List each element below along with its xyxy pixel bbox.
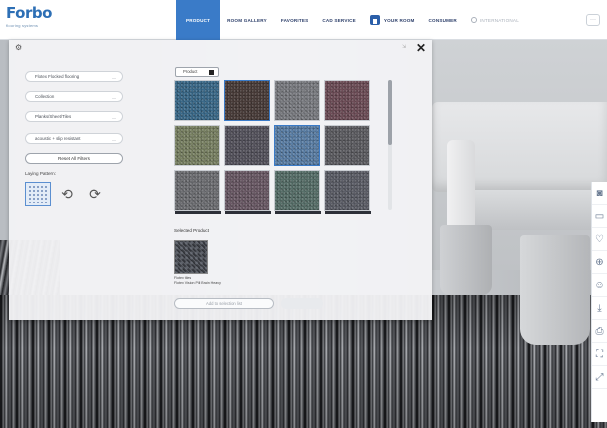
tile-caption-bar (325, 211, 371, 214)
product-tile[interactable] (324, 80, 370, 121)
logo-tagline: flooring systems (6, 23, 39, 28)
nav-item-label: CAD SERVICE (322, 17, 356, 23)
heart-icon[interactable]: ♡ (592, 228, 607, 251)
tile-caption-bar (175, 211, 221, 214)
bench-arm (447, 140, 475, 230)
product-grid (174, 80, 374, 215)
selected-product-code: Flotex tiles (174, 276, 192, 280)
pattern-shape-2[interactable]: ⟳ (82, 182, 108, 206)
top-navigation: Forbo flooring systems PRODUCT ROOM GALLE… (0, 0, 607, 40)
product-tile[interactable] (324, 125, 370, 166)
more-menu-button[interactable]: ··· (586, 14, 600, 26)
bench-leg (520, 235, 590, 345)
laying-pattern-label: Laying Pattern: (25, 171, 56, 176)
product-tile[interactable] (274, 80, 320, 121)
view-toolbar: ◙ ▭ ♡ ⊕ ☺ ⤓ ⎙ ⛶ ⤢ (591, 182, 607, 422)
add-to-selection-button[interactable]: Add to selection list (174, 298, 274, 309)
globe-icon (470, 17, 477, 23)
tile-caption-bar (225, 211, 271, 214)
product-tile[interactable] (224, 170, 271, 214)
filter-label: acoustic + slip resistant (35, 136, 81, 141)
selected-product-swatch (174, 240, 208, 274)
product-panel: ⚙ ⇲ ✕ Flotex Flocked flooring — Collectio… (9, 40, 432, 320)
filter-label: Collection (35, 94, 55, 99)
sort-dropdown[interactable]: Product (175, 67, 219, 77)
product-tile[interactable] (174, 125, 220, 166)
reset-filters-button[interactable]: Reset All Filters (25, 153, 123, 164)
product-tile[interactable] (274, 170, 321, 214)
resize-icon[interactable]: ⇲ (402, 44, 406, 50)
secondary-button[interactable] (281, 298, 323, 309)
download-icon[interactable]: ⤓ (592, 297, 607, 320)
pattern-shape-1[interactable]: ⟲ (54, 182, 80, 206)
nav-item-favorites[interactable]: FAVORITES (274, 0, 316, 40)
house-icon (369, 15, 380, 25)
camera-icon[interactable]: ◙ (592, 182, 607, 205)
nav-item-label: ROOM GALLERY (227, 17, 267, 23)
tile-caption-bar (275, 211, 321, 214)
filter-label: Planks/Sheet/Tiles (35, 114, 72, 119)
chevron-down-icon: — (112, 115, 116, 120)
nav-item-label: FAVORITES (280, 17, 309, 23)
close-icon[interactable]: ✕ (416, 41, 426, 55)
pattern-tile-icon: ⟳ (89, 185, 101, 202)
grid-pattern-icon (28, 185, 48, 203)
pattern-grid[interactable] (25, 182, 51, 206)
nav-item-international[interactable]: INTERNATIONAL (464, 0, 526, 40)
ruler-icon[interactable]: ▭ (592, 205, 607, 228)
zoom-in-icon[interactable]: ⊕ (592, 251, 607, 274)
nav-item-label: PRODUCT (186, 17, 211, 23)
nav-item-product[interactable]: PRODUCT (176, 0, 221, 40)
product-tile[interactable] (224, 125, 270, 166)
expand-icon[interactable]: ⤢ (592, 366, 607, 389)
nav-item-consumer[interactable]: CONSUMER (422, 0, 464, 40)
fullscreen-icon[interactable]: ⛶ (592, 343, 607, 366)
sort-label: Product (183, 69, 198, 74)
bench-seat (470, 190, 607, 230)
product-tile[interactable] (224, 80, 270, 121)
product-tile[interactable] (324, 170, 371, 214)
nav-item-label: YOUR ROOM (383, 17, 415, 23)
gear-icon[interactable]: ⚙ (15, 43, 22, 52)
filter-format[interactable]: Planks/Sheet/Tiles — (25, 111, 123, 122)
selected-product-label: Selected Product (174, 228, 209, 233)
logo[interactable]: Forbo flooring systems (6, 4, 66, 36)
bench-leg (440, 225, 492, 295)
nav-item-label: CONSUMER (428, 17, 457, 23)
product-tile[interactable] (174, 170, 221, 214)
sort-icon (209, 70, 214, 75)
chevron-down-icon: — (112, 75, 116, 80)
pattern-tile-icon: ⟲ (61, 185, 73, 202)
chevron-down-icon: — (112, 95, 116, 100)
nav-items: PRODUCT ROOM GALLERY FAVORITES CAD SERVICE Y… (176, 0, 526, 40)
person-icon[interactable]: ☺ (592, 274, 607, 297)
product-tile[interactable] (174, 80, 220, 121)
product-tile[interactable] (274, 125, 320, 166)
filter-collection[interactable]: Collection — (25, 91, 123, 102)
scrollbar-thumb[interactable] (388, 80, 392, 145)
nav-item-label: INTERNATIONAL (479, 17, 519, 23)
selected-product-name: Flotex Vision Pill Brain Heavy (174, 281, 221, 285)
nav-item-cad-service[interactable]: CAD SERVICE (315, 0, 363, 40)
filter-product-type[interactable]: Flotex Flocked flooring — (25, 71, 123, 82)
print-icon[interactable]: ⎙ (592, 320, 607, 343)
chevron-down-icon: — (112, 137, 116, 142)
nav-item-room-gallery[interactable]: ROOM GALLERY (220, 0, 274, 40)
nav-item-your-room[interactable]: YOUR ROOM (363, 0, 422, 40)
logo-text: Forbo (6, 4, 52, 22)
filter-label: Flotex Flocked flooring (35, 74, 80, 79)
filter-properties[interactable]: acoustic + slip resistant — (25, 133, 123, 144)
